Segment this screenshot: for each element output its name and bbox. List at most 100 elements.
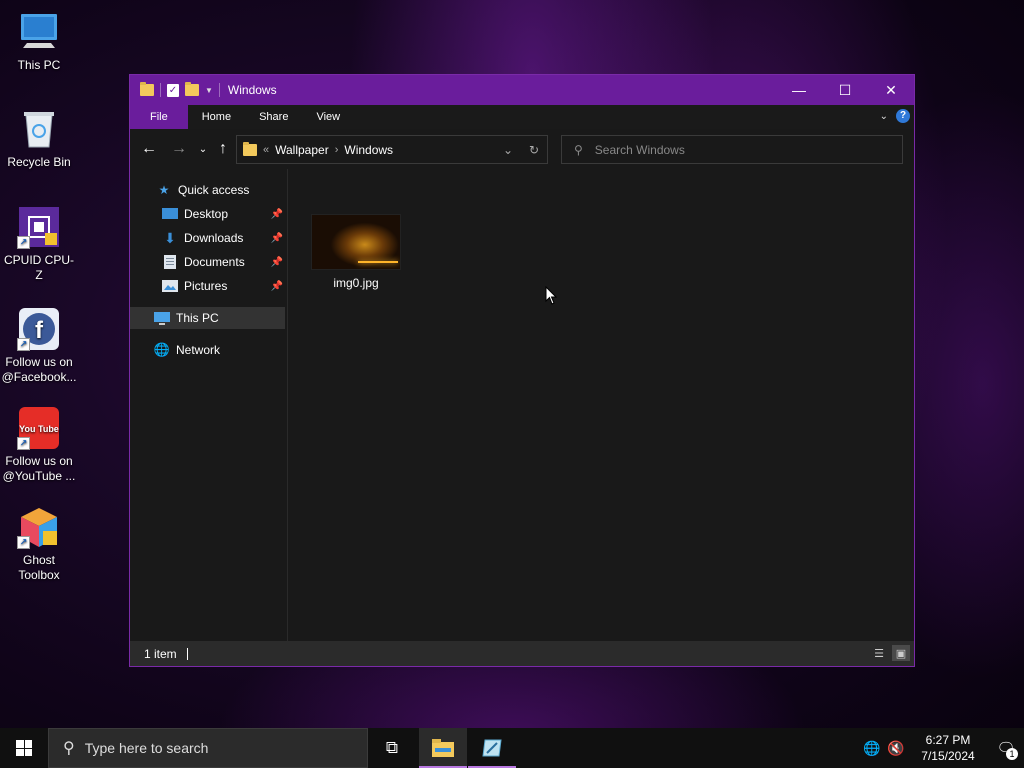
notification-center-button[interactable]: 🗨 1 xyxy=(988,728,1024,768)
file-list[interactable]: img0.jpg xyxy=(289,169,914,641)
help-icon[interactable]: ? xyxy=(896,109,910,123)
task-view-button[interactable]: ⧉ xyxy=(368,728,416,768)
taskbar-file-explorer[interactable] xyxy=(419,728,467,768)
toolbar-separator xyxy=(160,83,161,97)
window-controls: — ☐ ✕ xyxy=(776,75,914,105)
facebook-glyph: f xyxy=(35,317,44,344)
close-button[interactable]: ✕ xyxy=(868,75,914,105)
nav-item-label: Desktop xyxy=(184,207,229,221)
minimize-button[interactable]: — xyxy=(776,75,822,105)
nav-item-this-pc[interactable]: This PC xyxy=(130,307,285,329)
nav-item-label: Pictures xyxy=(184,279,228,293)
desktop-icon-cpu-z[interactable]: ↗ CPUID CPU-Z xyxy=(2,205,76,283)
shortcut-arrow-icon: ↗ xyxy=(17,437,30,450)
desktop-icon-label: Follow us on @YouTube ... xyxy=(2,454,76,483)
view-toggle: ☰ ▣ xyxy=(870,645,910,661)
desktop-icon-youtube[interactable]: You Tube ↗ Follow us on @YouTube ... xyxy=(2,406,76,484)
item-count: 1 item xyxy=(144,646,177,661)
nav-item-desktop[interactable]: Desktop 📌 xyxy=(130,203,285,225)
refresh-button[interactable]: ↻ xyxy=(521,136,547,163)
search-icon: ⚲ xyxy=(574,142,583,157)
pin-icon[interactable]: 📌 xyxy=(271,281,283,292)
address-tools: ⌄ ↻ xyxy=(495,136,547,163)
up-button[interactable]: ↑ xyxy=(212,139,234,159)
nav-item-label: This PC xyxy=(176,311,219,325)
nav-item-label: Downloads xyxy=(184,231,244,245)
tab-file[interactable]: File xyxy=(130,105,188,129)
new-folder-icon[interactable] xyxy=(185,82,199,96)
shortcut-arrow-icon: ↗ xyxy=(17,338,30,351)
address-dropdown-button[interactable]: ⌄ xyxy=(495,136,521,163)
forward-button[interactable]: → xyxy=(168,139,190,159)
nav-item-label: Documents xyxy=(184,255,245,269)
pin-icon[interactable]: 📌 xyxy=(271,209,283,220)
address-overflow-icon[interactable]: « xyxy=(263,144,269,156)
ribbon-right: ⌄ ? xyxy=(880,109,910,123)
tab-share[interactable]: Share xyxy=(245,105,302,129)
desktop-icon-facebook[interactable]: f ↗ Follow us on @Facebook... xyxy=(2,307,76,385)
search-box[interactable]: ⚲ Search Windows xyxy=(561,135,903,164)
taskbar-search-placeholder: Type here to search xyxy=(84,740,209,756)
breadcrumb-separator-icon[interactable]: › xyxy=(335,144,339,156)
cube-icon: ↗ xyxy=(17,505,61,549)
nav-item-documents[interactable]: Documents 📌 xyxy=(130,251,285,273)
back-button[interactable]: ← xyxy=(138,139,160,159)
network-globe-icon[interactable]: 🌐 xyxy=(860,740,884,757)
download-arrow-icon: ⬇ xyxy=(164,229,176,246)
system-tray: 🌐 🔇 6:27 PM 7/15/2024 🗨 1 xyxy=(860,728,1024,768)
customize-toolbar-icon[interactable]: ▼ xyxy=(205,86,213,95)
nav-item-network[interactable]: 🌐 Network xyxy=(130,339,285,361)
taskbar-search[interactable]: ⚲ Type here to search xyxy=(48,728,368,768)
properties-icon[interactable]: ✓ xyxy=(167,83,179,97)
desktop-icon-recycle-bin[interactable]: Recycle Bin xyxy=(2,107,76,170)
cpu-chip-icon: ↗ xyxy=(17,205,61,249)
shortcut-arrow-icon: ↗ xyxy=(17,536,30,549)
large-icons-view-icon[interactable]: ▣ xyxy=(892,645,910,661)
star-icon: ★ xyxy=(158,183,170,197)
expand-ribbon-chevron-icon[interactable]: ⌄ xyxy=(880,111,888,122)
nav-item-quick-access[interactable]: ★ Quick access xyxy=(130,179,285,201)
image-thumbnail xyxy=(311,214,401,270)
desktop-icon-ghost-toolbox[interactable]: ↗ Ghost Toolbox xyxy=(2,505,76,583)
breadcrumb-wallpaper[interactable]: Wallpaper xyxy=(275,143,329,157)
title-bar[interactable]: ✓ ▼ Windows — ☐ ✕ xyxy=(130,75,914,105)
details-view-icon[interactable]: ☰ xyxy=(870,645,888,661)
clock-time: 6:27 PM xyxy=(925,733,971,747)
toolbar-separator xyxy=(218,83,220,97)
tab-view[interactable]: View xyxy=(302,105,354,129)
clock[interactable]: 6:27 PM 7/15/2024 xyxy=(908,732,988,764)
arrow-up-icon: ↑ xyxy=(219,140,227,157)
maximize-button[interactable]: ☐ xyxy=(822,75,868,105)
address-bar[interactable]: « Wallpaper › Windows ⌄ ↻ xyxy=(236,135,548,164)
taskbar-app-pinned[interactable] xyxy=(468,728,516,768)
pin-icon[interactable]: 📌 xyxy=(271,257,283,268)
chevron-down-icon: ⌄ xyxy=(198,143,208,155)
nav-item-label: Network xyxy=(176,343,221,357)
tab-home[interactable]: Home xyxy=(188,105,245,129)
quick-access-toolbar: ✓ ▼ xyxy=(130,75,220,105)
file-item[interactable]: img0.jpg xyxy=(309,214,403,290)
pin-icon[interactable]: 📌 xyxy=(271,233,283,244)
document-icon xyxy=(162,255,178,269)
youtube-icon: You Tube ↗ xyxy=(17,406,61,450)
desktop-icon-this-pc[interactable]: This PC xyxy=(2,10,76,73)
youtube-glyph: You Tube xyxy=(19,424,59,434)
close-icon: ✕ xyxy=(885,81,897,98)
recent-locations-button[interactable]: ⌄ xyxy=(192,139,214,159)
nav-item-downloads[interactable]: ⬇ Downloads 📌 xyxy=(130,227,285,249)
recycle-bin-icon xyxy=(17,107,61,151)
start-button[interactable] xyxy=(0,728,48,768)
navigation-bar: ← → ⌄ ↑ « Wallpaper › Windows ⌄ ↻ ⚲ Sear… xyxy=(130,129,914,169)
nav-item-pictures[interactable]: Pictures 📌 xyxy=(130,275,285,297)
notepad-icon xyxy=(482,739,502,757)
desktop-icon-label: CPUID CPU-Z xyxy=(3,253,74,282)
taskbar: ⚲ Type here to search ⧉ 🌐 🔇 6:27 PM 7/15… xyxy=(0,728,1024,768)
navigation-pane: ★ Quick access Desktop 📌 ⬇ Downloads 📌 D… xyxy=(130,169,288,641)
volume-muted-icon[interactable]: 🔇 xyxy=(884,740,908,757)
minimize-icon: — xyxy=(792,82,806,98)
nav-item-label: Quick access xyxy=(178,183,250,197)
arrow-left-icon: ← xyxy=(141,140,157,157)
breadcrumb-windows[interactable]: Windows xyxy=(344,143,393,157)
chevron-down-icon: ⌄ xyxy=(502,142,514,157)
folder-icon xyxy=(140,82,154,96)
